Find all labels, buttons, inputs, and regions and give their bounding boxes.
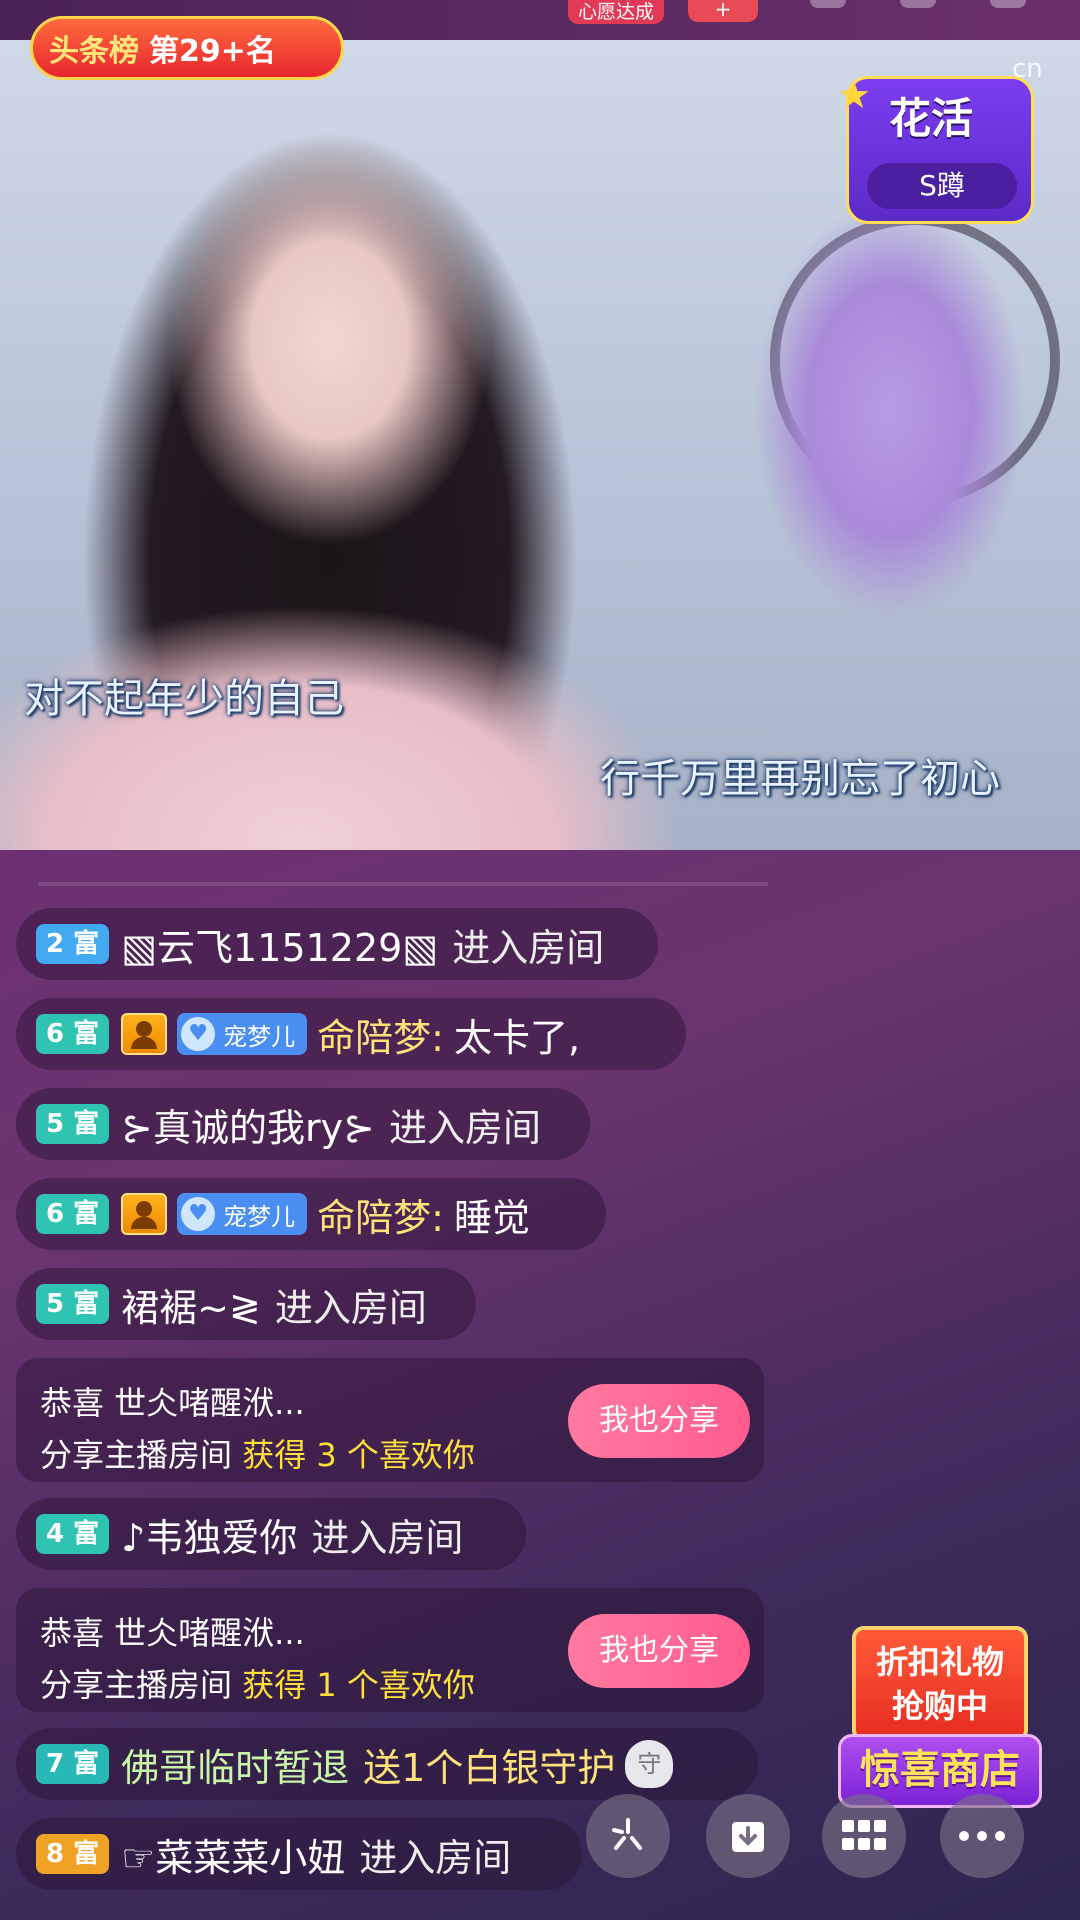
wealth-level-badge: 5 富 xyxy=(36,1284,110,1324)
rank-value: 第29+名 xyxy=(149,34,276,69)
chat-message[interactable]: 7 富 佛哥临时暂退 送1个白银守护 守 xyxy=(16,1728,758,1800)
share-notice-reward: 获得 3 个喜欢你 xyxy=(242,1436,475,1474)
more-button[interactable] xyxy=(940,1794,1024,1878)
grid-icon xyxy=(842,1820,886,1850)
chat-message[interactable]: 6 富 ♥ 宠梦儿 命陪梦: 睡觉 xyxy=(16,1178,606,1250)
wealth-level-badge: 6 富 xyxy=(36,1014,110,1054)
sparkle-icon xyxy=(612,1818,642,1850)
share-notice-prefix: 分享主播房间 xyxy=(40,1666,233,1704)
chat-username[interactable]: ▧云飞1151229▧ xyxy=(121,917,438,972)
fan-club-badge: ♥ 宠梦儿 xyxy=(177,1013,308,1055)
activity-card[interactable]: ★ 花活 S蹲 xyxy=(837,73,1034,224)
chat-username[interactable]: 命陪梦: xyxy=(317,1187,444,1242)
heart-icon: ♥ xyxy=(181,1197,216,1231)
chat-message[interactable]: 5 富 ⊱真诚的我ry⊱ 进入房间 xyxy=(16,1088,590,1160)
lyric-line-1: 对不起年少的自己 xyxy=(24,676,344,722)
heart-icon: ♥ xyxy=(181,1017,216,1051)
fan-avatar-icon xyxy=(121,1193,168,1235)
top-avatar-dot[interactable] xyxy=(900,0,936,8)
wealth-level-badge: 8 富 xyxy=(36,1834,110,1874)
fan-club-name: 宠梦儿 xyxy=(223,1202,296,1231)
fan-club-name: 宠梦儿 xyxy=(223,1022,296,1051)
rank-label: 头条榜 xyxy=(49,34,139,69)
headline-rank-badge[interactable]: 头条榜 第29+名 xyxy=(30,16,344,80)
share-notice: 恭喜 世仌啫醒洑... 分享主播房间 获得 1 个喜欢你 我也分享 xyxy=(16,1588,764,1712)
chat-text: 进入房间 xyxy=(359,1835,512,1880)
chat-username[interactable]: 佛哥临时暂退 xyxy=(121,1737,349,1792)
promo-line-2: 抢购中 xyxy=(891,1687,988,1725)
chat-divider xyxy=(38,882,768,886)
chat-message[interactable]: 2 富 ▧云飞1151229▧ 进入房间 xyxy=(16,908,658,980)
wealth-level-badge: 6 富 xyxy=(36,1194,110,1234)
share-notice-reward: 获得 1 个喜欢你 xyxy=(242,1666,475,1704)
wish-achieved-badge[interactable]: 心愿达成 xyxy=(568,0,665,24)
activity-subtitle: S蹲 xyxy=(867,163,1017,209)
effects-button[interactable] xyxy=(586,1794,670,1878)
chat-username[interactable]: ♪韦独爱你 xyxy=(121,1507,297,1562)
chat-text: 进入房间 xyxy=(452,925,605,970)
lyric-line-2: 行千万里再别忘了初心 xyxy=(600,756,1000,802)
silver-guard-icon: 守 xyxy=(625,1740,674,1788)
activity-title: 花活 xyxy=(889,94,974,143)
chat-text: 进入房间 xyxy=(274,1285,427,1330)
chat-text: 送1个白银守护 xyxy=(363,1745,616,1790)
wealth-level-badge: 4 富 xyxy=(36,1514,110,1554)
top-avatar-dot[interactable] xyxy=(810,0,846,8)
wealth-level-badge: 7 富 xyxy=(36,1744,110,1784)
chat-text: 进入房间 xyxy=(388,1105,541,1150)
chat-username[interactable]: ⊱真诚的我ry⊱ xyxy=(121,1097,375,1152)
plus-button[interactable]: + xyxy=(688,0,758,22)
fan-avatar-icon xyxy=(121,1013,168,1055)
chat-message[interactable]: 8 富 ☞菜菜菜小妞 进入房间 xyxy=(16,1818,582,1890)
more-icon xyxy=(959,1831,1005,1841)
chat-text: 太卡了, xyxy=(453,1015,581,1060)
fan-club-badge: ♥ 宠梦儿 xyxy=(177,1193,308,1235)
share-too-button[interactable]: 我也分享 xyxy=(568,1384,750,1458)
chat-text: 进入房间 xyxy=(311,1515,464,1560)
chat-username[interactable]: 裙裾~≷ xyxy=(121,1277,261,1332)
chat-message[interactable]: 5 富 裙裾~≷ 进入房间 xyxy=(16,1268,476,1340)
share-notice-prefix: 分享主播房间 xyxy=(40,1436,233,1474)
wealth-level-badge: 2 富 xyxy=(36,924,110,964)
grid-menu-button[interactable] xyxy=(822,1794,906,1878)
chat-text: 睡觉 xyxy=(453,1195,530,1240)
chat-message[interactable]: 6 富 ♥ 宠梦儿 命陪梦: 太卡了, xyxy=(16,998,686,1070)
chat-message[interactable]: 4 富 ♪韦独爱你 进入房间 xyxy=(16,1498,526,1570)
download-button[interactable] xyxy=(706,1794,790,1878)
promo-line-1: 折扣礼物 xyxy=(875,1643,1004,1681)
top-avatar-dot[interactable] xyxy=(990,0,1026,8)
discount-gift-banner: 折扣礼物 抢购中 xyxy=(852,1626,1028,1742)
chat-username[interactable]: 命陪梦: xyxy=(317,1007,444,1062)
share-too-button[interactable]: 我也分享 xyxy=(568,1614,750,1688)
wealth-level-badge: 5 富 xyxy=(36,1104,110,1144)
star-icon: ★ xyxy=(837,73,872,117)
surprise-shop-promo[interactable]: 折扣礼物 抢购中 惊喜商店 xyxy=(830,1622,1050,1808)
chat-username[interactable]: ☞菜菜菜小妞 xyxy=(121,1827,345,1882)
share-notice: 恭喜 世仌啫醒洑... 分享主播房间 获得 3 个喜欢你 我也分享 xyxy=(16,1358,764,1482)
download-icon xyxy=(732,1822,764,1852)
video-background-dress xyxy=(740,170,1040,630)
